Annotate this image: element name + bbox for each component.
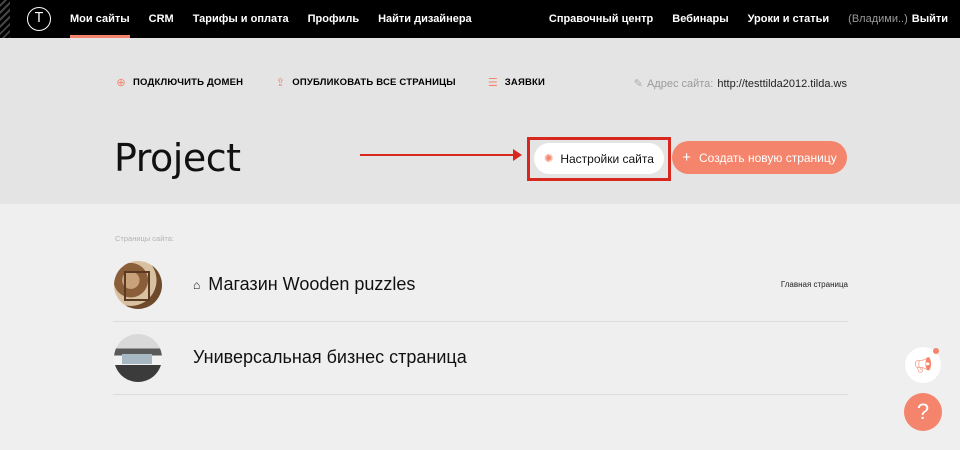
notification-dot [933,348,939,354]
megaphone-icon: 📢︎ [913,357,933,374]
create-page-button[interactable]: + Создать новую страницу [672,141,847,174]
home-icon: ⌂ [193,277,201,292]
list-add-icon: ☰ [487,77,498,89]
nav-help-center[interactable]: Справочный центр [549,0,653,38]
nav-crm[interactable]: CRM [149,0,174,38]
site-settings-label: Настройки сайта [560,151,654,166]
page-title[interactable]: Универсальная бизнес страница [193,347,467,368]
news-button[interactable]: 📢︎ [904,346,942,384]
page-title-text: Магазин Wooden puzzles [208,274,416,294]
requests-label: ЗАЯВКИ [504,77,546,88]
site-settings-button[interactable]: ✺ Настройки сайта [534,143,664,174]
pages-section-label: Страницы сайта: [115,234,175,243]
publish-all-button[interactable]: ⇪ ОПУБЛИКОВАТЬ ВСЕ СТРАНИЦЫ [275,76,456,89]
site-address-label: Адрес сайта: [646,77,714,90]
nav-webinars[interactable]: Вебинары [672,0,728,38]
nav-plans[interactable]: Тарифы и оплата [193,0,289,38]
home-page-badge: Главная страница [780,280,848,289]
globe-icon: ⊕ [116,77,126,89]
nav-user-name[interactable]: (Владими..) [848,0,908,38]
logo-pattern [0,0,10,38]
page-row[interactable]: ⌂ Магазин Wooden puzzles Главная страниц… [113,249,848,322]
nav-left: Мои сайты CRM Тарифы и оплата Профиль На… [70,0,491,38]
nav-my-sites[interactable]: Мои сайты [70,0,130,38]
project-title: Project [114,136,241,180]
page-title-text: Универсальная бизнес страница [193,347,467,367]
page-title[interactable]: ⌂ Магазин Wooden puzzles [193,274,415,295]
top-navbar: T Мои сайты CRM Тарифы и оплата Профиль … [0,0,960,38]
page-thumbnail [114,261,162,309]
gear-icon: ✺ [544,153,554,165]
tilda-logo[interactable]: T [27,7,51,31]
nav-logout[interactable]: Выйти [912,0,948,38]
page-thumbnail [114,334,162,382]
nav-profile[interactable]: Профиль [308,0,359,38]
connect-domain-button[interactable]: ⊕ ПОДКЛЮЧИТЬ ДОМЕН [116,76,243,89]
site-address: ✎ Адрес сайта: http://testtilda2012.tild… [634,77,847,91]
question-icon: ? [916,399,930,424]
project-header: ⊕ ПОДКЛЮЧИТЬ ДОМЕН ⇪ ОПУБЛИКОВАТЬ ВСЕ СТ… [0,38,960,204]
nav-find-designer[interactable]: Найти дизайнера [378,0,472,38]
edit-icon[interactable]: ✎ [634,77,643,90]
plus-icon: + [682,149,692,166]
page-row[interactable]: Универсальная бизнес страница [113,322,848,395]
nav-right: Справочный центр Вебинары Уроки и статьи… [530,0,948,38]
project-actions: ⊕ ПОДКЛЮЧИТЬ ДОМЕН ⇪ ОПУБЛИКОВАТЬ ВСЕ СТ… [116,76,577,89]
site-address-url[interactable]: http://testtilda2012.tilda.ws [717,78,847,90]
publish-all-label: ОПУБЛИКОВАТЬ ВСЕ СТРАНИЦЫ [292,77,456,88]
help-button[interactable]: ? [904,393,942,431]
connect-domain-label: ПОДКЛЮЧИТЬ ДОМЕН [133,77,244,88]
upload-icon: ⇪ [275,77,285,89]
nav-lessons[interactable]: Уроки и статьи [748,0,830,38]
create-page-label: Создать новую страницу [699,150,837,165]
requests-button[interactable]: ☰ ЗАЯВКИ [488,76,545,89]
annotation-arrow [360,149,522,161]
